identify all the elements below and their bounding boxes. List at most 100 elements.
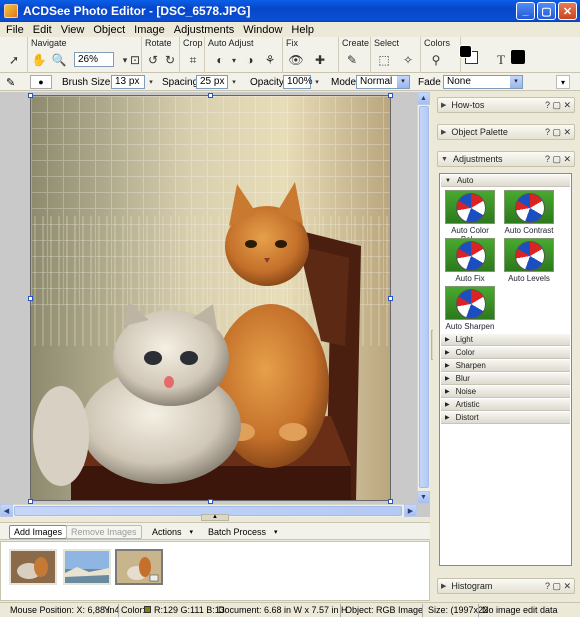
- repair-icon[interactable]: ✚: [313, 53, 327, 67]
- scroll-left-arrow[interactable]: ◀: [0, 504, 13, 517]
- remove-images-button[interactable]: Remove Images: [66, 525, 142, 539]
- auto-fix-item[interactable]: Auto Fix: [444, 238, 496, 283]
- category-auto[interactable]: ▼ Auto: [441, 175, 570, 187]
- auto-levels-icon[interactable]: ◑: [243, 53, 257, 67]
- rotate-right-icon[interactable]: ↻: [163, 53, 177, 67]
- selection-handle-w[interactable]: [28, 296, 33, 301]
- auto-sharpen-item[interactable]: Auto Sharpen: [444, 286, 496, 331]
- object-palette-panel-header[interactable]: ▶ Object Palette ? ▢ ✕: [437, 124, 575, 140]
- document-image[interactable]: [30, 95, 391, 501]
- category-distort[interactable]: ▶ Distort: [441, 412, 570, 424]
- fade-dropdown-icon[interactable]: ▾: [510, 76, 522, 88]
- zoom-input[interactable]: 26%: [74, 52, 114, 67]
- menu-object[interactable]: Object: [93, 24, 125, 36]
- panel-controls[interactable]: ? ▢ ✕: [545, 581, 571, 592]
- expand-arrow-icon[interactable]: ▶: [441, 128, 446, 136]
- fade-select[interactable]: None ▾: [443, 75, 523, 89]
- vertical-scroll-thumb[interactable]: [419, 106, 429, 488]
- spacing-dropdown-icon[interactable]: ▾: [228, 75, 240, 89]
- category-color[interactable]: ▶ Color: [441, 347, 570, 359]
- expand-arrow-icon[interactable]: ▶: [445, 336, 450, 343]
- text-tool-icon[interactable]: T: [494, 52, 508, 67]
- expand-arrow-icon[interactable]: ▶: [441, 582, 446, 590]
- selection-handle-n[interactable]: [208, 93, 213, 98]
- close-button[interactable]: ✕: [558, 2, 577, 20]
- expand-arrow-icon[interactable]: ▶: [445, 414, 450, 421]
- vertical-scrollbar[interactable]: ▲ ▼: [417, 92, 430, 504]
- fit-icon[interactable]: ⊡: [128, 53, 142, 67]
- expand-arrow-icon[interactable]: ▶: [445, 375, 450, 382]
- auto-color-balance-item[interactable]: Auto Color Bal...: [444, 190, 496, 244]
- expand-arrow-icon[interactable]: ▶: [445, 388, 450, 395]
- bottom-panel-splitter[interactable]: ▲: [201, 514, 229, 521]
- panel-controls[interactable]: ? ▢ ✕: [545, 127, 571, 138]
- menu-help[interactable]: Help: [291, 24, 314, 36]
- expand-arrow-icon[interactable]: ▶: [445, 362, 450, 369]
- category-artistic[interactable]: ▶ Artistic: [441, 399, 570, 411]
- menu-edit[interactable]: Edit: [33, 24, 52, 36]
- auto-exposure-dropdown-icon[interactable]: ▾: [227, 53, 241, 67]
- rotate-left-icon[interactable]: ↺: [146, 53, 160, 67]
- foreground-color-swatch[interactable]: [459, 45, 472, 58]
- panel-controls[interactable]: ? ▢ ✕: [545, 154, 571, 165]
- adjustments-panel-header[interactable]: ▼ Adjustments ? ▢ ✕: [437, 151, 575, 167]
- mode-select[interactable]: Normal ▾: [356, 75, 410, 89]
- filmstrip-thumbnail-2[interactable]: [63, 549, 111, 585]
- auto-levels-item[interactable]: Auto Levels: [503, 238, 555, 283]
- collapse-arrow-icon[interactable]: ▼: [445, 178, 451, 184]
- mode-dropdown-icon[interactable]: ▾: [397, 76, 409, 88]
- filmstrip-thumbnail-1[interactable]: [9, 549, 57, 585]
- expand-arrow-icon[interactable]: ▶: [445, 349, 450, 356]
- scroll-down-arrow[interactable]: ▼: [417, 491, 430, 504]
- crop-icon[interactable]: ⌗: [186, 53, 200, 67]
- opacity-dropdown-icon[interactable]: ▾: [311, 75, 323, 89]
- add-images-button[interactable]: Add Images: [9, 525, 68, 539]
- expand-arrow-icon[interactable]: ▶: [445, 401, 450, 408]
- magic-wand-icon[interactable]: ✧: [401, 53, 415, 67]
- marquee-select-icon[interactable]: ⬚: [377, 53, 391, 67]
- category-noise[interactable]: ▶ Noise: [441, 386, 570, 398]
- zoom-tool-icon[interactable]: 🔍: [52, 53, 67, 67]
- maximize-button[interactable]: ▢: [537, 2, 556, 20]
- color-swatches[interactable]: [457, 43, 479, 65]
- category-blur[interactable]: ▶ Blur: [441, 373, 570, 385]
- actions-button[interactable]: Actions ▾: [148, 525, 197, 539]
- red-eye-icon[interactable]: 👁: [288, 53, 303, 67]
- brush-preset-picker[interactable]: ●: [30, 75, 52, 89]
- histogram-panel-header[interactable]: ▶ Histogram ? ▢ ✕: [437, 578, 575, 594]
- menu-adjustments[interactable]: Adjustments: [174, 24, 235, 36]
- collapse-arrow-icon[interactable]: ▼: [441, 156, 448, 163]
- brush-size-input[interactable]: 13 px: [111, 75, 145, 89]
- selection-handle-nw[interactable]: [28, 93, 33, 98]
- menu-view[interactable]: View: [61, 24, 85, 36]
- brush-tool-icon[interactable]: ✎: [345, 53, 359, 67]
- scroll-up-arrow[interactable]: ▲: [417, 92, 430, 105]
- category-sharpen[interactable]: ▶ Sharpen: [441, 360, 570, 372]
- batch-process-button[interactable]: Batch Process ▾: [204, 525, 282, 539]
- brush-options-icon[interactable]: ✎: [6, 75, 15, 89]
- pointer-tool-icon[interactable]: ➚: [7, 53, 21, 67]
- howtos-panel-header[interactable]: ▶ How-tos ? ▢ ✕: [437, 97, 575, 113]
- selection-handle-ne[interactable]: [388, 93, 393, 98]
- menu-window[interactable]: Window: [243, 24, 282, 36]
- options-overflow-icon[interactable]: ▾: [556, 75, 570, 89]
- auto-exposure-icon[interactable]: ◐: [213, 53, 227, 67]
- panel-controls[interactable]: ? ▢ ✕: [545, 100, 571, 111]
- expand-arrow-icon[interactable]: ▶: [441, 101, 446, 109]
- opacity-input[interactable]: 100%: [283, 75, 313, 89]
- menu-image[interactable]: Image: [134, 24, 165, 36]
- spacing-input[interactable]: 25 px: [196, 75, 228, 89]
- filmstrip-thumbnail-3-selected[interactable]: [115, 549, 163, 585]
- auto-color-icon[interactable]: ⚘: [263, 53, 277, 67]
- scroll-right-arrow[interactable]: ▶: [404, 504, 417, 517]
- hand-tool-icon[interactable]: ✋: [32, 53, 47, 67]
- auto-levels-thumbnail: [504, 238, 554, 272]
- auto-contrast-item[interactable]: Auto Contrast: [503, 190, 555, 235]
- menu-file[interactable]: File: [6, 24, 24, 36]
- text-color-swatch[interactable]: [511, 50, 525, 64]
- eyedropper-icon[interactable]: ⚲: [429, 53, 443, 67]
- selection-handle-e[interactable]: [388, 296, 393, 301]
- brush-size-dropdown-icon[interactable]: ▾: [145, 75, 157, 89]
- category-light[interactable]: ▶ Light: [441, 334, 570, 346]
- minimize-button[interactable]: _: [516, 2, 535, 20]
